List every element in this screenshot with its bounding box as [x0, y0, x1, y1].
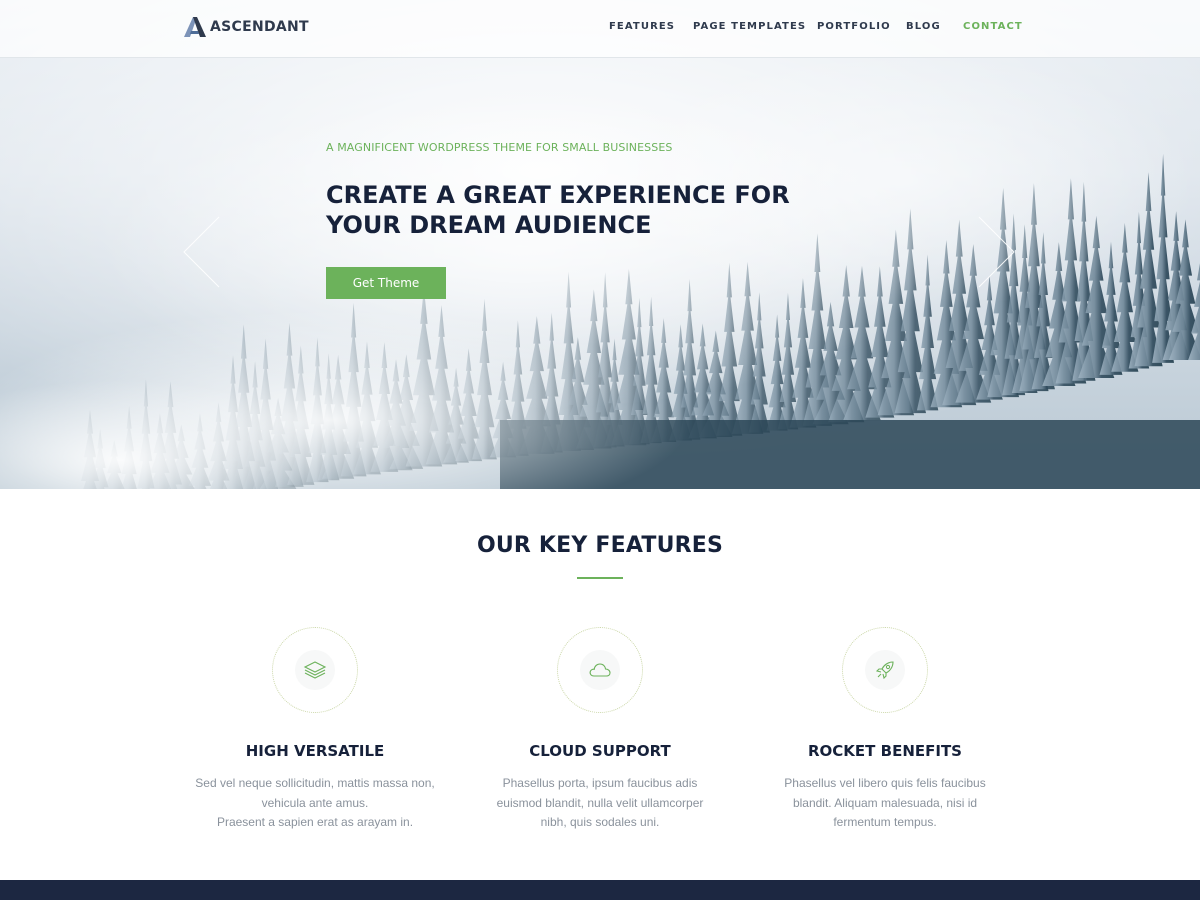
chevron-right-icon[interactable]	[976, 216, 1016, 288]
hero-headline-line1: CREATE A GREAT EXPERIENCE FOR	[326, 181, 790, 209]
feature-description-line: Praesent a sapien erat as arayam in.	[216, 815, 414, 829]
title-divider	[577, 577, 623, 579]
feature-icon-circle	[272, 627, 358, 713]
chevron-left-icon[interactable]	[182, 216, 222, 288]
hero-headline-line2: YOUR DREAM AUDIENCE	[326, 211, 652, 239]
feature-icon-circle	[842, 627, 928, 713]
rocket-icon	[875, 661, 894, 680]
feature-description-line: blandit. Aliquam malesuada, nisi id	[792, 795, 978, 810]
nav-item-features[interactable]: FEATURES	[609, 21, 675, 32]
feature-description: Sed vel neque sollicitudin, mattis massa…	[165, 774, 465, 833]
footer-band	[0, 880, 1200, 900]
nav-item-blog[interactable]: BLOG	[906, 21, 941, 32]
main-nav: FEATURES PAGE TEMPLATES PORTFOLIO BLOG C…	[0, 21, 1200, 35]
feature-description-line: euismod blandit, nulla velit ullamcorper	[496, 795, 704, 810]
cloud-icon	[589, 663, 611, 677]
hero-headline: CREATE A GREAT EXPERIENCE FOR YOUR DREAM…	[326, 180, 846, 240]
features-title: OUR KEY FEATURES	[476, 533, 724, 558]
hero-eyebrow: A MAGNIFICENT WORDPRESS THEME FOR SMALL …	[326, 141, 673, 154]
feature-description-line: nibh, quis sodales uni.	[540, 815, 660, 829]
nav-item-contact[interactable]: CONTACT	[963, 21, 1023, 32]
feature-title: ROCKET BENEFITS	[808, 742, 962, 760]
hero-section	[0, 0, 1200, 489]
feature-description: Phasellus porta, ipsum faucibus adis eui…	[450, 774, 750, 833]
get-theme-button[interactable]: Get Theme	[326, 267, 446, 299]
feature-description-line: vehicula ante amus.	[261, 795, 369, 810]
hero-background-image	[0, 0, 1200, 489]
feature-description-line: fermentum tempus.	[833, 815, 937, 829]
feature-description-line: Sed vel neque sollicitudin, mattis massa…	[195, 776, 435, 790]
feature-title: CLOUD SUPPORT	[529, 742, 671, 760]
site-header: ASCENDANT FEATURES PAGE TEMPLATES PORTFO…	[0, 0, 1200, 58]
feature-description: Phasellus vel libero quis felis faucibus…	[735, 774, 1035, 833]
feature-description-line: Phasellus porta, ipsum faucibus adis	[502, 776, 698, 790]
nav-item-portfolio[interactable]: PORTFOLIO	[817, 21, 891, 32]
layers-icon	[303, 661, 327, 679]
feature-title: HIGH VERSATILE	[245, 742, 385, 760]
feature-icon-circle	[557, 627, 643, 713]
feature-description-line: Phasellus vel libero quis felis faucibus	[784, 776, 986, 790]
nav-item-page-templates[interactable]: PAGE TEMPLATES	[693, 21, 806, 32]
